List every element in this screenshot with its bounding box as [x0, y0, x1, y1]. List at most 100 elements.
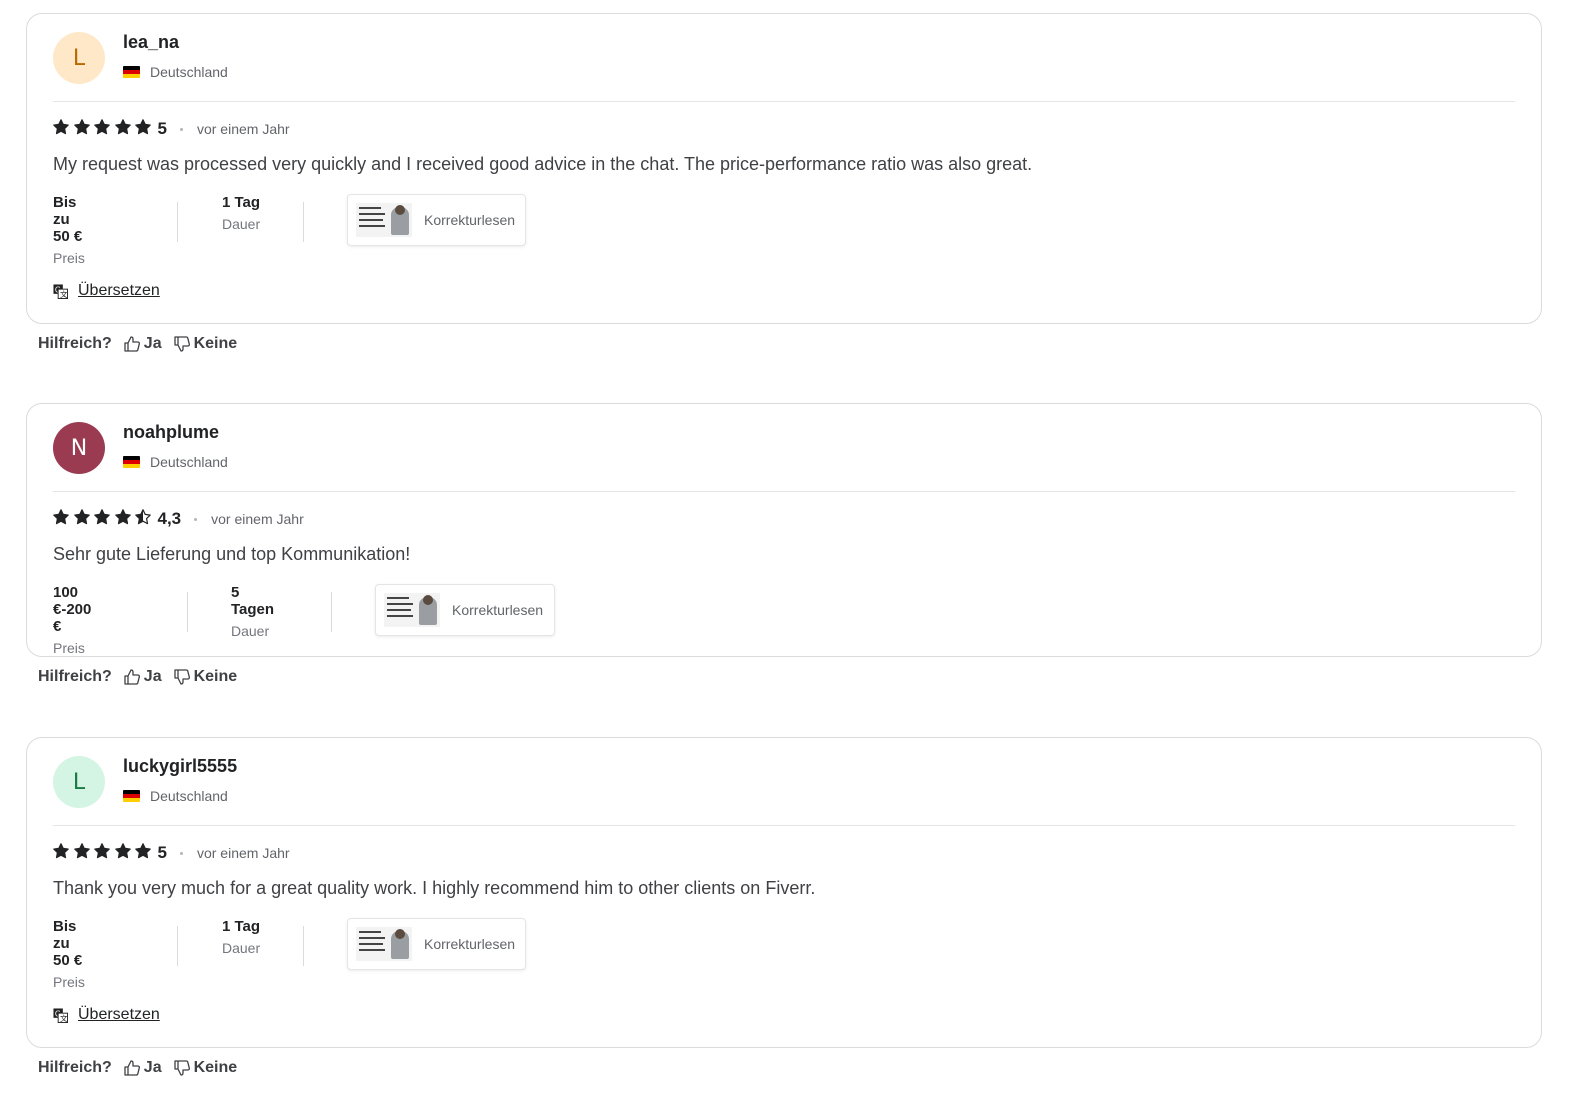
reviewer-username[interactable]: lea_na: [123, 32, 179, 53]
duration-info: 5 Tagen Dauer: [231, 584, 274, 639]
translate-label[interactable]: Übersetzen: [78, 282, 160, 300]
gig-label: Korrekturlesen: [452, 602, 544, 618]
star-full-icon: [114, 118, 131, 134]
price-value: 100 €-200 €: [53, 584, 92, 635]
germany-flag-icon: [123, 456, 140, 468]
helpful-yes-button[interactable]: Ja: [124, 668, 162, 686]
separator-dot: [179, 851, 183, 855]
gig-link[interactable]: Korrekturlesen: [375, 584, 555, 636]
helpful-yes-button[interactable]: Ja: [124, 335, 162, 353]
svg-text:文: 文: [60, 1013, 68, 1023]
avatar-letter: L: [72, 45, 86, 71]
divider: [53, 491, 1515, 492]
star-full-icon: [73, 118, 90, 134]
price-label: Preis: [53, 250, 85, 266]
review-text: Sehr gute Lieferung und top Kommunikatio…: [53, 544, 411, 564]
review-text: My request was processed very quickly an…: [53, 154, 1033, 174]
yes-label: Ja: [143, 1059, 162, 1076]
reviewer-username[interactable]: noahplume: [123, 422, 219, 443]
price-info: Bis zu 50 € Preis: [53, 194, 85, 266]
meta-divider: [187, 592, 188, 632]
thumbs-down-icon: [173, 336, 190, 352]
helpful-label: Hilfreich?: [38, 335, 112, 352]
rating-row: 4,3 vor einem Jahr: [53, 508, 304, 530]
helpful-no-button[interactable]: Keine: [173, 1059, 238, 1077]
star-full-icon: [53, 508, 69, 524]
review-card: N noahplume Deutschland 4,3 vor einem Ja…: [26, 403, 1542, 657]
thumbs-up-icon: [124, 669, 140, 685]
helpful-row: Hilfreich? Ja Keine: [38, 668, 237, 686]
reviewer-country: Deutschland: [123, 64, 228, 80]
avatar-letter: N: [70, 435, 88, 461]
review-text: Thank you very much for a great quality …: [53, 878, 816, 898]
star-full-icon: [94, 118, 110, 134]
rating-score: 5: [157, 843, 167, 862]
meta-divider: [177, 926, 178, 966]
price-label: Preis: [53, 974, 85, 990]
reviewer-country: Deutschland: [123, 788, 228, 804]
star-full-icon: [114, 842, 131, 858]
duration-info: 1 Tag Dauer: [222, 918, 260, 956]
helpful-yes-button[interactable]: Ja: [124, 1059, 162, 1077]
avatar-letter: L: [72, 769, 86, 795]
price-info: 100 €-200 € Preis: [53, 584, 91, 656]
helpful-label: Hilfreich?: [38, 668, 112, 685]
review-time: vor einem Jahr: [211, 511, 304, 527]
germany-flag-icon: [123, 66, 140, 78]
rating-score: 5: [157, 119, 167, 138]
no-label: Keine: [193, 668, 238, 685]
meta-divider: [331, 592, 332, 632]
yes-label: Ja: [143, 668, 162, 685]
country-label: Deutschland: [150, 454, 228, 470]
separator-dot: [179, 127, 183, 131]
translate-link[interactable]: G文 Übersetzen: [53, 1006, 160, 1024]
avatar[interactable]: L: [53, 756, 105, 808]
review-time: vor einem Jahr: [196, 121, 290, 137]
star-rating: [53, 508, 156, 530]
star-full-icon: [94, 842, 110, 858]
reviewer-username[interactable]: luckygirl5555: [123, 756, 237, 777]
gig-label: Korrekturlesen: [424, 936, 516, 952]
yes-label: Ja: [143, 335, 162, 352]
country-label: Deutschland: [150, 788, 228, 804]
gig-thumbnail: [356, 203, 412, 237]
translate-link[interactable]: G文 Übersetzen: [53, 282, 160, 300]
rating-score: 4,3: [157, 509, 182, 528]
star-full-icon: [135, 842, 151, 858]
gig-link[interactable]: Korrekturlesen: [347, 918, 526, 970]
avatar[interactable]: N: [53, 422, 105, 474]
star-full-icon: [135, 118, 151, 134]
translate-icon: G文: [53, 283, 68, 299]
gig-label: Korrekturlesen: [424, 212, 516, 228]
duration-value: 5 Tagen: [231, 584, 275, 618]
translate-label[interactable]: Übersetzen: [78, 1006, 160, 1024]
helpful-no-button[interactable]: Keine: [173, 668, 238, 686]
meta-divider: [303, 926, 304, 966]
avatar[interactable]: L: [53, 32, 105, 84]
reviewer-country: Deutschland: [123, 454, 228, 470]
gig-thumbnail: [384, 593, 440, 627]
star-rating: [53, 842, 156, 864]
helpful-label: Hilfreich?: [38, 1059, 112, 1076]
review-time: vor einem Jahr: [196, 845, 290, 861]
star-full-icon: [53, 842, 69, 858]
thumbs-down-icon: [173, 669, 190, 685]
duration-label: Dauer: [222, 940, 261, 956]
germany-flag-icon: [123, 790, 140, 802]
helpful-no-button[interactable]: Keine: [173, 335, 237, 353]
star-full-icon: [114, 508, 131, 524]
star-full-icon: [73, 842, 90, 858]
meta-divider: [177, 202, 178, 242]
rating-row: 5 vor einem Jahr: [53, 842, 290, 864]
thumbs-down-icon: [173, 1060, 190, 1076]
gig-link[interactable]: Korrekturlesen: [347, 194, 526, 246]
no-label: Keine: [193, 1059, 238, 1076]
helpful-row: Hilfreich? Ja Keine: [38, 1059, 237, 1077]
translate-icon: G文: [53, 1007, 68, 1023]
divider: [53, 825, 1515, 826]
duration-value: 1 Tag: [222, 918, 261, 935]
price-value: Bis zu 50 €: [53, 194, 83, 245]
helpful-row: Hilfreich? Ja Keine: [38, 335, 237, 353]
duration-value: 1 Tag: [222, 194, 261, 211]
review-card: L luckygirl5555 Deutschland 5 vor einem …: [26, 737, 1542, 1048]
